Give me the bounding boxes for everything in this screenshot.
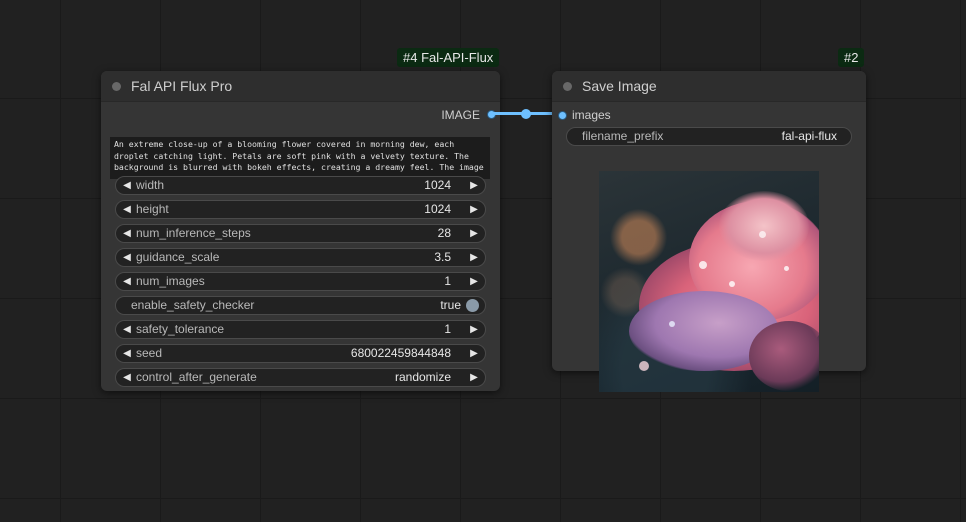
input-socket-icon[interactable]	[559, 112, 566, 119]
increment-arrow-icon[interactable]: ▶	[467, 321, 481, 338]
widget-label: num_inference_steps	[136, 226, 251, 240]
filename-prefix-input[interactable]: filename_prefix fal-api-flux	[566, 127, 852, 146]
widget-value: 1024	[424, 178, 451, 192]
decrement-arrow-icon[interactable]: ◀	[120, 177, 134, 194]
input-label: images	[572, 108, 611, 122]
increment-arrow-icon[interactable]: ▶	[467, 249, 481, 266]
widget-value: true	[440, 298, 461, 312]
widget-value: 1	[444, 322, 451, 336]
decrement-arrow-icon[interactable]: ◀	[120, 273, 134, 290]
fal-api-flux-node[interactable]: Fal API Flux Pro IMAGE An extreme close-…	[101, 71, 500, 391]
decrement-arrow-icon[interactable]: ◀	[120, 249, 134, 266]
width-widget[interactable]: ◀ width 1024 ▶	[115, 176, 486, 195]
previous-option-arrow-icon[interactable]: ◀	[120, 369, 134, 386]
node-id-badge: #2	[838, 48, 865, 67]
widget-label: height	[136, 202, 169, 216]
increment-arrow-icon[interactable]: ▶	[467, 201, 481, 218]
node-title: Save Image	[582, 78, 657, 94]
widget-label: seed	[136, 346, 163, 360]
widget-value: 28	[437, 226, 451, 240]
output-image-preview[interactable]	[599, 171, 819, 392]
collapse-dot-icon[interactable]	[112, 82, 121, 91]
prompt-textarea[interactable]: An extreme close-up of a blooming flower…	[110, 137, 490, 179]
enable-safety-checker-toggle[interactable]: enable_safety_checker true	[115, 296, 486, 315]
toggle-knob-icon[interactable]	[466, 299, 479, 312]
widget-label: guidance_scale	[136, 250, 220, 264]
node-title-bar[interactable]: Save Image	[552, 71, 866, 102]
seed-widget[interactable]: ◀ seed 680022459844848 ▶	[115, 344, 486, 363]
num-inference-steps-widget[interactable]: ◀ num_inference_steps 28 ▶	[115, 224, 486, 243]
save-image-node[interactable]: Save Image images filename_prefix fal-ap…	[552, 71, 866, 392]
widget-label: filename_prefix	[582, 129, 664, 143]
decrement-arrow-icon[interactable]: ◀	[120, 345, 134, 362]
increment-arrow-icon[interactable]: ▶	[467, 225, 481, 242]
widget-label: safety_tolerance	[136, 322, 225, 336]
increment-arrow-icon[interactable]: ▶	[467, 177, 481, 194]
decrement-arrow-icon[interactable]: ◀	[120, 225, 134, 242]
node-title: Fal API Flux Pro	[131, 78, 233, 94]
widget-value: 680022459844848	[350, 346, 451, 360]
decrement-arrow-icon[interactable]: ◀	[120, 321, 134, 338]
increment-arrow-icon[interactable]: ▶	[467, 345, 481, 362]
output-label: IMAGE	[441, 108, 480, 122]
node-title-bar[interactable]: Fal API Flux Pro	[101, 71, 500, 102]
collapse-dot-icon[interactable]	[563, 82, 572, 91]
num-images-widget[interactable]: ◀ num_images 1 ▶	[115, 272, 486, 291]
widget-label: width	[136, 178, 165, 192]
widget-value: 1	[444, 274, 451, 288]
widget-label: num_images	[136, 274, 205, 288]
node-id-badge: #4 Fal-API-Flux	[397, 48, 500, 67]
control-after-generate-combo[interactable]: ◀ control_after_generate randomize ▶	[115, 368, 486, 387]
safety-tolerance-widget[interactable]: ◀ safety_tolerance 1 ▶	[115, 320, 486, 339]
guidance-scale-widget[interactable]: ◀ guidance_scale 3.5 ▶	[115, 248, 486, 267]
widget-value: 1024	[424, 202, 451, 216]
widget-value: fal-api-flux	[781, 129, 837, 143]
widget-label: enable_safety_checker	[131, 298, 255, 312]
height-widget[interactable]: ◀ height 1024 ▶	[115, 200, 486, 219]
decrement-arrow-icon[interactable]: ◀	[120, 201, 134, 218]
widget-label: control_after_generate	[136, 370, 257, 384]
widget-value: randomize	[394, 370, 451, 384]
widget-value: 3.5	[434, 250, 451, 264]
link-midpoint-icon[interactable]	[521, 109, 531, 119]
next-option-arrow-icon[interactable]: ▶	[467, 369, 481, 386]
increment-arrow-icon[interactable]: ▶	[467, 273, 481, 290]
